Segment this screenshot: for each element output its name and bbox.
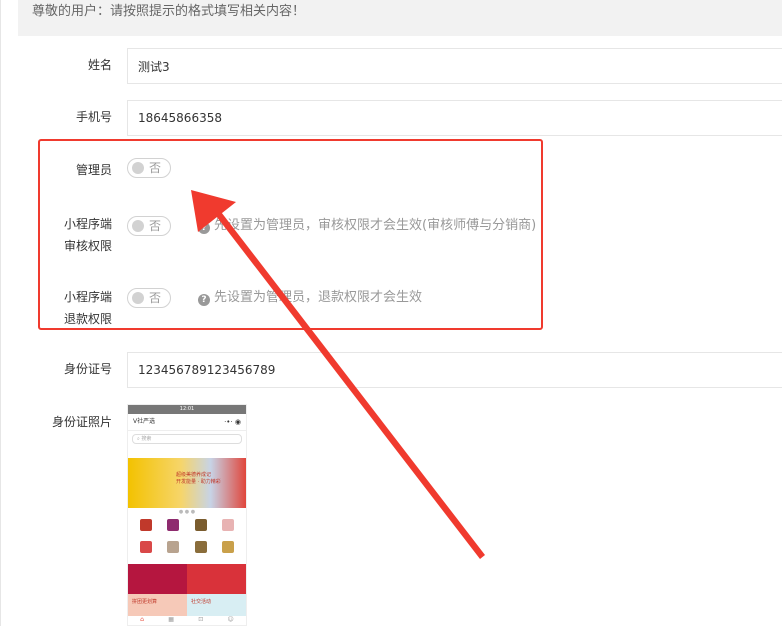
promo-tile-text: 社交活动 [187,594,246,616]
phone-promo-row-2: 拼团更划算 社交活动 [128,594,246,616]
category-icon [222,519,235,531]
admin-switch[interactable]: 否 [127,158,171,178]
phone-status-bar: 12:01 [128,405,246,414]
switch-knob [132,292,144,304]
category-icon [194,519,207,531]
category-icon [167,519,180,531]
banner-line: 开发能量 · 助力精彩 [176,479,221,485]
phone-banner: 超级美德养成记 开发能量 · 助力精彩 [128,458,246,508]
phone-input[interactable] [127,100,782,136]
phone-category-item [187,540,215,562]
home-icon: ⌂ [140,616,144,623]
user-icon: ☺ [227,616,234,623]
label-line: 审核权限 [63,239,112,253]
phone-tabbar: ⌂ ▦ ⊡ ☺ [128,616,246,624]
label-line: 小程序端 [63,290,112,304]
phone-category-item [187,518,215,540]
audit-permission-tip: ? 先设置为管理员，审核权限才会生效(审核师傅与分销商) [198,216,536,236]
phone-capsule-icon: ·•· ◉ [224,418,241,426]
phone-category-item [160,518,188,540]
user-edit-form: 尊敬的用户：请按照提示的格式填写相关内容！ 姓名 手机号 管理员 否 小程序端 … [0,0,782,626]
refund-permission-switch[interactable]: 否 [127,288,171,308]
admin-label: 管理员 [75,163,112,177]
id-photo-thumbnail[interactable]: 12:01 V社严选 ·•· ◉ ⌕ 搜索 超级美德养成记 开发能量 · 助力精… [127,404,247,626]
phone-category-item [215,540,243,562]
category-icon [139,541,152,553]
category-tab-icon: ▦ [168,616,174,623]
switch-state-text: 否 [149,161,162,175]
phone-header: V社严选 ·•· ◉ [128,414,246,431]
question-icon: ? [198,222,210,234]
phone-carousel-dots: ● ● ● [178,509,196,515]
name-label: 姓名 [87,58,112,72]
phone-category-grid [128,516,246,564]
switch-knob [132,220,144,232]
notice-bar: 尊敬的用户：请按照提示的格式填写相关内容！ [18,0,782,36]
audit-permission-label: 小程序端 审核权限 [0,213,112,257]
refund-permission-tip: ? 先设置为管理员，退款权限才会生效 [198,288,422,308]
promo-tile [187,564,246,594]
question-icon: ? [198,294,210,306]
label-line: 小程序端 [63,217,112,231]
category-icon [139,519,152,531]
id-number-label: 身份证号 [63,362,112,376]
category-icon [194,541,207,553]
phone-category-item [160,540,188,562]
phone-search-icon: ⌕ 搜索 [132,434,242,444]
promo-tile-text: 拼团更划算 [128,594,187,616]
phone-label: 手机号 [75,110,112,124]
phone-banner-text: 超级美德养成记 开发能量 · 助力精彩 [176,472,221,486]
category-icon [222,541,235,553]
tip-text: 先设置为管理员，审核权限才会生效(审核师傅与分销商) [214,218,537,233]
phone-promo-row [128,564,246,594]
name-input[interactable] [127,48,782,84]
banner-line: 超级美德养成记 [176,472,212,478]
audit-permission-switch[interactable]: 否 [127,216,171,236]
switch-state-text: 否 [149,219,162,233]
category-icon [167,541,180,553]
phone-search-placeholder: 搜索 [141,436,152,442]
phone-category-item [215,518,243,540]
id-photo-label: 身份证照片 [51,415,112,429]
id-number-input[interactable] [127,352,782,388]
switch-knob [132,162,144,174]
refund-permission-label: 小程序端 退款权限 [0,286,112,330]
phone-category-item [132,540,160,562]
phone-category-item [132,518,160,540]
label-line: 退款权限 [63,312,112,326]
cart-icon: ⊡ [198,616,204,623]
annotation-arrow [191,190,485,559]
switch-state-text: 否 [149,291,162,305]
phone-title: V社严选 [133,418,156,425]
tip-text: 先设置为管理员，退款权限才会生效 [214,290,423,305]
promo-tile [128,564,187,594]
